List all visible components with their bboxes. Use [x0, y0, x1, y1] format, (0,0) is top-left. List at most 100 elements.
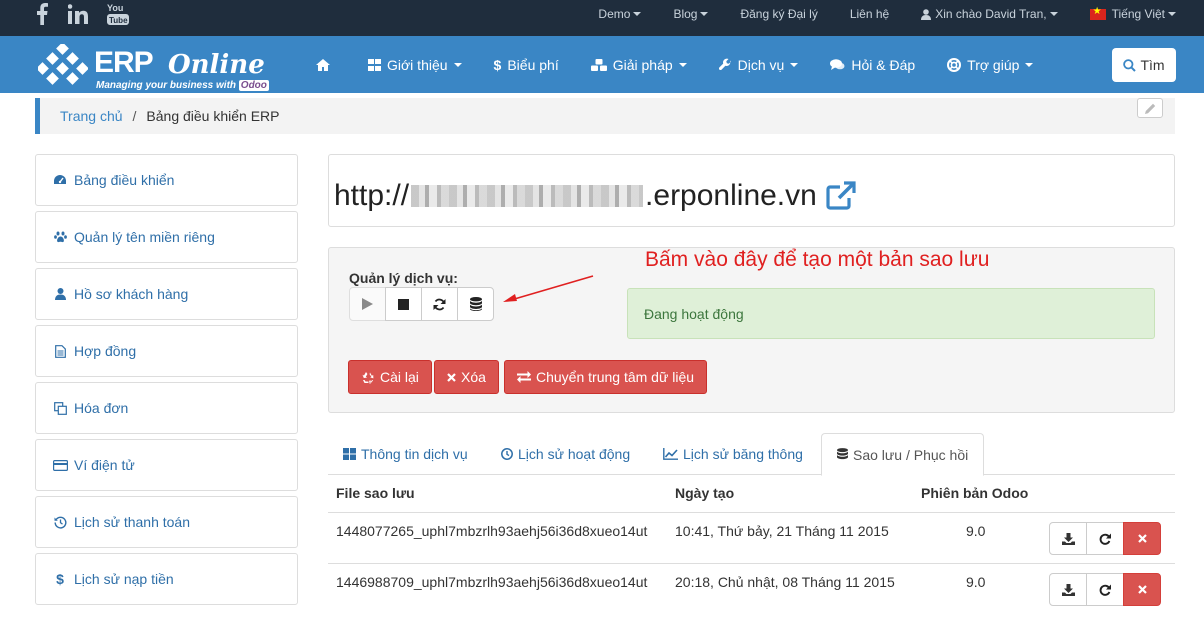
tab-bandwidth-history[interactable]: Lịch sử băng thông: [648, 433, 818, 475]
service-status: Đang hoạt động: [627, 288, 1155, 339]
search-button[interactable]: Tìm: [1112, 48, 1176, 82]
tab-activity-history[interactable]: Lịch sử hoạt động: [486, 433, 645, 475]
sidebar-item-domains[interactable]: Quản lý tên miền riêng: [35, 211, 298, 263]
service-manage-label: Quản lý dịch vụ:: [349, 270, 458, 286]
pencil-icon: [1144, 103, 1155, 114]
svg-text:Tube: Tube: [109, 16, 128, 25]
redacted-subdomain: [411, 185, 644, 207]
backup-actions: [1049, 522, 1161, 555]
times-icon: [1137, 585, 1147, 594]
sidebar-item-invoices[interactable]: Hóa đơn: [35, 382, 298, 434]
instance-url-box: http:// .erponline.vn: [328, 154, 1175, 227]
table-row: 1446988709_uphl7mbzrlh93aehj56i36d8xueo1…: [328, 563, 1175, 614]
delete-backup-button[interactable]: [1123, 522, 1161, 555]
top-nav-contact[interactable]: Liên hệ: [834, 7, 905, 21]
logo-diamonds-icon: [38, 44, 88, 85]
service-panel: Quản lý dịch vụ: Bấm vào đây để tạo một …: [328, 247, 1175, 413]
tab-service-info[interactable]: Thông tin dịch vụ: [328, 433, 483, 475]
breadcrumb-current: Bảng điều khiển ERP: [146, 108, 280, 124]
clock-icon: [501, 448, 513, 460]
sidebar-item-topup-history[interactable]: $ Lịch sử nạp tiền: [35, 553, 298, 605]
backup-created-date: 20:18, Chủ nhật, 08 Tháng 11 2015: [675, 574, 895, 590]
vietnam-flag-icon: [1089, 6, 1106, 20]
top-nav-user-menu[interactable]: Xin chào David Tran,: [905, 7, 1073, 21]
caret-down-icon: [633, 12, 642, 16]
top-nav-language[interactable]: Tiếng Việt: [1074, 6, 1204, 21]
line-chart-icon: [663, 448, 678, 460]
dollar-icon: $: [493, 56, 502, 73]
erponline-logo[interactable]: ERP Online Managing your business with O…: [38, 40, 288, 91]
home-icon: [316, 58, 330, 71]
cubes-icon: [590, 58, 607, 71]
backup-odoo-version: 9.0: [966, 574, 986, 590]
copy-icon: [52, 401, 68, 415]
backup-created-date: 10:41, Thứ bảy, 21 Tháng 11 2015: [675, 523, 889, 539]
linkedin-icon[interactable]: [68, 0, 88, 28]
play-icon: [362, 298, 373, 310]
sidebar-item-dashboard[interactable]: Bảng điều khiển: [35, 154, 298, 206]
sidebar-item-wallet[interactable]: Ví điện tử: [35, 439, 298, 491]
annotation-arrow: [503, 275, 594, 302]
restore-backup-button[interactable]: [1086, 522, 1124, 555]
nav-about[interactable]: Giới thiệu: [352, 57, 478, 73]
start-service-button[interactable]: [349, 287, 386, 321]
sidebar-item-payment-history[interactable]: Lịch sử thanh toán: [35, 496, 298, 548]
main-nav-items: Giới thiệu $ Biểu phí Giải pháp Dịch vụ …: [300, 36, 1049, 93]
database-icon: [837, 448, 848, 461]
service-control-group: [349, 287, 494, 321]
caret-down-icon: [678, 62, 687, 67]
column-header-date: Ngày tạo: [675, 485, 735, 501]
download-backup-button[interactable]: [1049, 573, 1087, 606]
paw-icon: [52, 231, 68, 243]
top-nav-blog[interactable]: Blog: [657, 7, 724, 21]
th-large-icon: [343, 448, 356, 460]
download-backup-button[interactable]: [1049, 522, 1087, 555]
delete-backup-button[interactable]: [1123, 573, 1161, 606]
nav-help[interactable]: Trợ giúp: [931, 57, 1049, 73]
caret-down-icon: [1049, 12, 1058, 16]
nav-faq[interactable]: Hỏi & Đáp: [814, 57, 931, 73]
column-header-file: File sao lưu: [336, 485, 415, 501]
top-nav-demo[interactable]: Demo: [582, 7, 657, 21]
sidebar-item-profile[interactable]: Hồ sơ khách hàng: [35, 268, 298, 320]
reinstall-button[interactable]: Cài lại: [348, 360, 432, 394]
search-icon: [1123, 58, 1137, 72]
top-nav-agency[interactable]: Đăng ký Đại lý: [724, 7, 833, 21]
user-icon: [52, 288, 68, 300]
change-datacenter-button[interactable]: Chuyển trung tâm dữ liệu: [504, 360, 708, 394]
youtube-icon[interactable]: You Tube: [107, 0, 129, 28]
nav-solutions[interactable]: Giải pháp: [575, 57, 703, 73]
nav-home[interactable]: [300, 58, 352, 71]
sidebar-item-contracts[interactable]: Hợp đồng: [35, 325, 298, 377]
grid-icon: [368, 58, 381, 71]
create-backup-button[interactable]: [457, 287, 494, 321]
instance-url[interactable]: http:// .erponline.vn: [334, 179, 857, 213]
table-row: 1448077265_uphl7mbzrlh93aehj56i36d8xueo1…: [328, 512, 1175, 563]
backup-file-name: 1446988709_uphl7mbzrlh93aehj56i36d8xueo1…: [336, 574, 648, 590]
tab-backup-restore[interactable]: Sao lưu / Phục hồi: [821, 433, 985, 476]
restart-service-button[interactable]: [421, 287, 458, 321]
nav-pricing[interactable]: $ Biểu phí: [478, 57, 575, 73]
external-link-icon[interactable]: [825, 181, 857, 211]
backup-actions: [1049, 573, 1161, 606]
credit-card-icon: [52, 459, 68, 471]
restore-backup-button[interactable]: [1086, 573, 1124, 606]
refresh-icon: [433, 298, 446, 310]
breadcrumb: Trang chủ / Bảng điều khiển ERP: [35, 98, 1175, 134]
dollar-icon: $: [56, 571, 64, 587]
breadcrumb-home-link[interactable]: Trang chủ: [60, 108, 123, 124]
user-icon: [921, 8, 932, 20]
history-icon: [52, 516, 68, 529]
delete-service-button[interactable]: Xóa: [434, 360, 499, 394]
facebook-icon[interactable]: [36, 0, 48, 28]
times-icon: [447, 372, 456, 382]
database-icon: [469, 297, 482, 311]
detail-tabs: Thông tin dịch vụ Lịch sử hoạt động Lịch…: [328, 433, 1175, 476]
backup-annotation: Bấm vào đây để tạo một bản sao lưu: [645, 248, 990, 271]
nav-services[interactable]: Dịch vụ: [703, 57, 815, 73]
dashboard-icon: [52, 174, 68, 186]
stop-service-button[interactable]: [385, 287, 422, 321]
edit-page-button[interactable]: [1137, 98, 1163, 118]
file-text-icon: [52, 344, 68, 358]
backup-odoo-version: 9.0: [966, 523, 986, 539]
